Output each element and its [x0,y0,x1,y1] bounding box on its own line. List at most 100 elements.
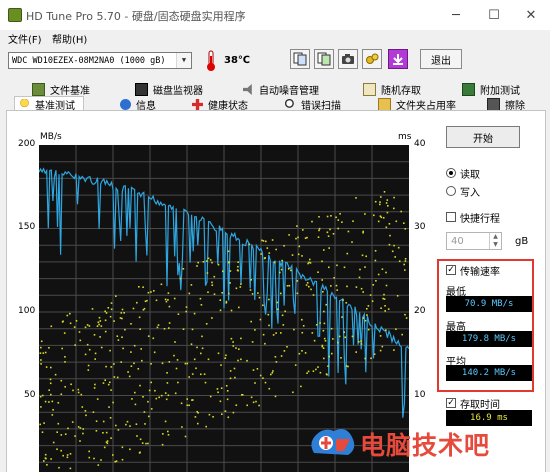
access-time-point [323,249,325,251]
access-time-point [361,254,364,257]
access-time-point [307,370,310,373]
access-time-point [211,261,213,264]
access-time-point [338,335,341,338]
access-time-point [164,392,167,394]
access-time-point [347,230,350,233]
access-time-point [199,297,202,300]
read-radio[interactable] [446,168,456,178]
access-time-point [121,308,124,311]
access-time-point [100,346,103,349]
menu-file[interactable]: 文件(F) [8,31,42,46]
access-time-point [248,243,251,246]
access-time-point [194,416,197,418]
access-time-point [131,398,133,400]
menu-help[interactable]: 帮助(H) [52,31,87,46]
close-button[interactable]: ✕ [512,2,550,28]
options-icon[interactable] [362,49,382,69]
copy-results-icon[interactable] [314,49,334,69]
access-time-point [121,446,124,449]
access-time-point [379,335,382,337]
screenshot-icon[interactable] [338,49,358,69]
access-time-point [282,324,285,326]
access-time-point [336,264,338,267]
access-time-point [49,382,52,385]
access-time-point [366,314,368,316]
access-time-point [403,263,405,266]
stepper-arrows-icon[interactable]: ▲ ▼ [489,233,501,249]
access-time-point [195,367,197,370]
access-time-point [152,337,155,340]
access-time-point [165,300,168,303]
tab-file-benchmark[interactable]: 文件基准 [32,82,90,97]
access-time-point [379,349,382,352]
access-time-point [107,307,110,309]
info-icon [120,99,131,110]
tab-disk-monitor[interactable]: 磁盘监视器 [135,82,203,97]
access-time-point [154,389,156,392]
access-time-point [333,277,335,279]
access-time-point [362,291,364,293]
access-time-point [330,215,332,217]
maximize-button[interactable]: ☐ [475,2,513,28]
access-time-point [103,446,106,449]
access-time-point [57,422,60,425]
access-time-point [167,292,170,294]
quick-size-stepper[interactable]: 40 ▲ ▼ [446,232,502,250]
access-time-point [274,356,277,358]
tab-random-access[interactable]: 随机存取 [363,82,421,97]
exit-button[interactable]: 退出 [420,49,462,69]
access-time-point [238,306,240,309]
access-time-point [254,329,256,331]
right-tick-30: 30 [414,222,426,232]
access-time-point [115,460,118,462]
access-time-point [121,458,124,461]
write-radio[interactable] [446,186,456,196]
access-time-point [275,248,277,251]
access-time-point [262,240,265,242]
access-time-point [40,340,43,343]
access-time-point [191,328,194,331]
save-icon[interactable] [388,49,408,69]
access-time-point [84,326,87,329]
access-time-point [254,382,256,384]
access-time-point [109,315,112,318]
access-time-point [265,240,267,243]
access-time-point [130,365,133,367]
access-time-point [283,245,285,247]
extra-tests-icon [462,83,475,96]
access-time-point [241,394,243,396]
access-time-point [153,351,156,354]
tab-noise-management[interactable]: 自动噪音管理 [243,82,319,97]
access-time-point [125,423,127,426]
minimize-button[interactable]: ─ [437,2,475,28]
access-time-point [109,381,111,384]
copy-info-icon[interactable] [290,49,310,69]
access-time-point [163,328,166,330]
access-time-point [377,273,380,276]
access-time-point [177,381,179,384]
access-time-point [398,260,401,262]
access-time-point [327,365,329,367]
chevron-down-icon[interactable]: ▼ [176,53,191,68]
start-button[interactable]: 开始 [446,126,520,148]
access-time-point [323,337,326,340]
access-time-point [385,226,388,229]
access-time-point [48,389,50,391]
access-time-point [380,307,382,309]
access-time-point [404,313,406,316]
watermark: 电脑技术吧 [306,423,550,463]
access-time-point [184,435,187,438]
right-tick-20: 20 [414,306,426,316]
tab-extra-tests[interactable]: 附加测试 [462,82,520,97]
access-time-point [362,317,365,319]
access-time-point [142,396,144,398]
access-time-point [275,361,278,363]
access-time-point [328,266,330,269]
access-time-point [340,357,342,359]
quick-checkbox[interactable] [446,212,456,222]
access-time-point [114,460,116,463]
access-time-point [197,261,199,264]
drive-select[interactable]: WDC WD10EZEX-08M2NA0 (1000 gB) ▼ [8,52,192,69]
access-time-point [115,424,117,427]
access-time-checkbox[interactable]: ✓ [446,398,456,408]
